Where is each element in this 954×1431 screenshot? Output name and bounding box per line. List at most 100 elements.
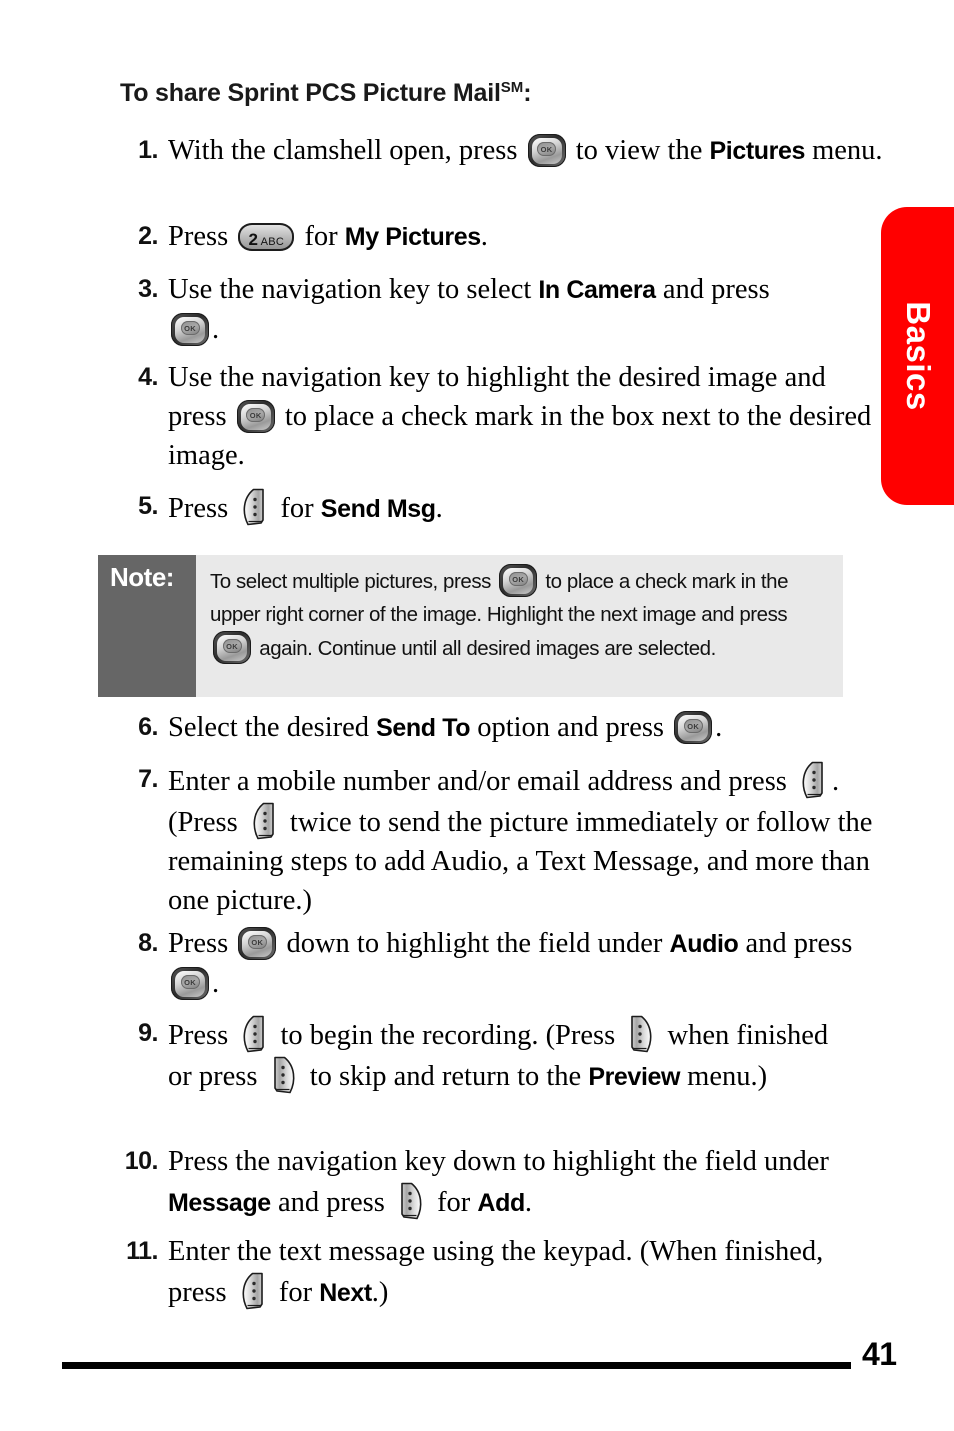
step-text: With the clamshell open, press OK to vie… — [168, 131, 883, 171]
right-softkey-icon — [269, 1055, 299, 1095]
left-softkey-icon — [798, 760, 828, 800]
ok-key-label: OK — [540, 144, 553, 154]
step-item: 3. Use the navigation key to select In Ca… — [124, 270, 808, 349]
body-text: . — [524, 1187, 532, 1218]
page-content: To share Sprint PCS Picture MailSM: 1. Wi… — [0, 0, 897, 1431]
ok-navigation-key-icon: OK — [499, 564, 538, 597]
body-text: Press — [168, 221, 236, 252]
body-text: for — [297, 221, 345, 252]
ui-term: Audio — [669, 930, 739, 958]
ok-key-label: OK — [687, 721, 700, 731]
service-mark-superscript: SM — [500, 79, 524, 96]
step-number: 6. — [138, 713, 158, 741]
note-label-cell: Note: — [98, 555, 196, 697]
keypad-key-label: 2 ABC — [238, 227, 294, 252]
step-item: 5. Press for Send Msg. — [124, 487, 883, 529]
left-softkey-icon — [239, 487, 269, 527]
ok-navigation-key-icon: OK — [213, 631, 251, 664]
step-text: Press OK down to highlight the field und… — [168, 924, 890, 1003]
body-text: . — [212, 314, 220, 345]
step-number: 3. — [138, 275, 158, 303]
step-text: Press for Send Msg. — [168, 487, 883, 529]
step-item: 7. Enter a mobile number and/or email add… — [124, 760, 890, 920]
step-text: Use the navigation key to highlight the … — [168, 358, 888, 475]
ok-navigation-key-icon: OK — [236, 400, 275, 433]
step-item: 9. Press to begin the recording. (Press w… — [124, 1014, 840, 1097]
body-text: Press — [168, 493, 236, 524]
body-text: . — [715, 712, 723, 743]
body-text: for — [271, 1277, 320, 1308]
right-softkey-icon — [396, 1181, 426, 1221]
step-item: 10. Press the navigation key down to high… — [104, 1142, 860, 1223]
body-text: . — [480, 221, 488, 252]
section-tab-basics: Basics — [881, 207, 954, 505]
body-text: With the clamshell open, press — [168, 135, 525, 166]
step-number: 7. — [138, 765, 158, 793]
ui-term: Send Msg — [320, 495, 436, 523]
step-number: 11. — [126, 1237, 158, 1265]
step-item: 1. With the clamshell open, press OK to v… — [124, 131, 883, 171]
ui-term: Preview — [588, 1063, 681, 1091]
body-text: menu. — [804, 135, 883, 166]
body-text: Press the navigation key down to highlig… — [168, 1146, 829, 1177]
left-softkey-icon — [249, 801, 279, 841]
body-text: down to highlight the field under — [279, 928, 670, 959]
left-softkey-icon — [239, 1014, 269, 1054]
body-text: to skip and return to the — [302, 1061, 589, 1092]
right-softkey-icon — [626, 1014, 656, 1054]
step-number: 4. — [138, 363, 158, 391]
ok-key-label: OK — [184, 977, 196, 987]
body-text: Select the desired — [168, 712, 377, 743]
ui-term: Message — [168, 1189, 271, 1217]
step-text: Enter the text message using the keypad.… — [168, 1232, 860, 1313]
ok-navigation-key-icon: OK — [527, 134, 566, 167]
step-item: 6. Select the desired Send To option and … — [124, 708, 883, 748]
body-text: menu.) — [680, 1061, 768, 1092]
step-number: 10. — [124, 1147, 159, 1175]
ok-key-label: OK — [251, 937, 264, 947]
keypad-digit: 2 — [248, 230, 258, 249]
ui-term: Next — [319, 1279, 372, 1307]
ui-term: My Pictures — [344, 223, 481, 251]
step-item: 4. Use the navigation key to highlight th… — [124, 358, 888, 475]
step-text: Enter a mobile number and/or email addre… — [168, 760, 890, 920]
page-title: To share Sprint PCS Picture MailSM: — [120, 79, 532, 107]
body-text: for — [273, 493, 321, 524]
keypad-letters: ABC — [257, 236, 285, 248]
body-text: to begin the recording. (Press — [273, 1020, 623, 1051]
step-number: 1. — [138, 136, 158, 164]
ok-key-label: OK — [512, 574, 525, 584]
ui-term: Send To — [376, 714, 471, 742]
body-text: to view the — [568, 135, 710, 166]
body-text: and press — [655, 274, 770, 305]
body-text: Press — [168, 928, 236, 959]
body-text: option and press — [470, 712, 672, 743]
note-body-text: To select multiple pictures, press OK to… — [196, 555, 843, 697]
page-number: 41 — [862, 1336, 897, 1372]
step-number: 8. — [138, 929, 158, 957]
body-text: .) — [371, 1277, 389, 1308]
body-text: Use the navigation key to select — [168, 274, 539, 305]
body-text: Press — [168, 1020, 236, 1051]
step-item: 2. Press 2 ABC for My Pictures. — [124, 217, 883, 257]
body-text: To select multiple pictures, press — [210, 570, 497, 593]
step-item: 8. Press OK down to highlight the field u… — [124, 924, 890, 1003]
ok-navigation-key-icon: OK — [238, 927, 277, 960]
body-text: . — [212, 968, 220, 999]
ok-navigation-key-icon: OK — [674, 711, 713, 744]
body-text: and press — [270, 1187, 392, 1218]
ok-navigation-key-icon: OK — [171, 313, 209, 346]
ui-term: In Camera — [538, 276, 656, 304]
step-text: Press the navigation key down to highlig… — [168, 1142, 860, 1223]
ui-term: Pictures — [709, 137, 806, 165]
step-number: 9. — [138, 1019, 158, 1047]
step-number: 2. — [138, 222, 158, 250]
body-text: again. Continue until all desired images… — [254, 637, 716, 660]
body-text: and press — [738, 928, 853, 959]
note-callout: Note: To select multiple pictures, press… — [98, 555, 843, 697]
left-softkey-icon — [238, 1271, 268, 1311]
body-text: Enter a mobile number and/or email addre… — [168, 766, 795, 797]
keypad-key-2abc-icon: 2 ABC — [238, 223, 295, 252]
ok-key-label: OK — [226, 641, 238, 651]
note-label: Note: — [110, 562, 174, 592]
